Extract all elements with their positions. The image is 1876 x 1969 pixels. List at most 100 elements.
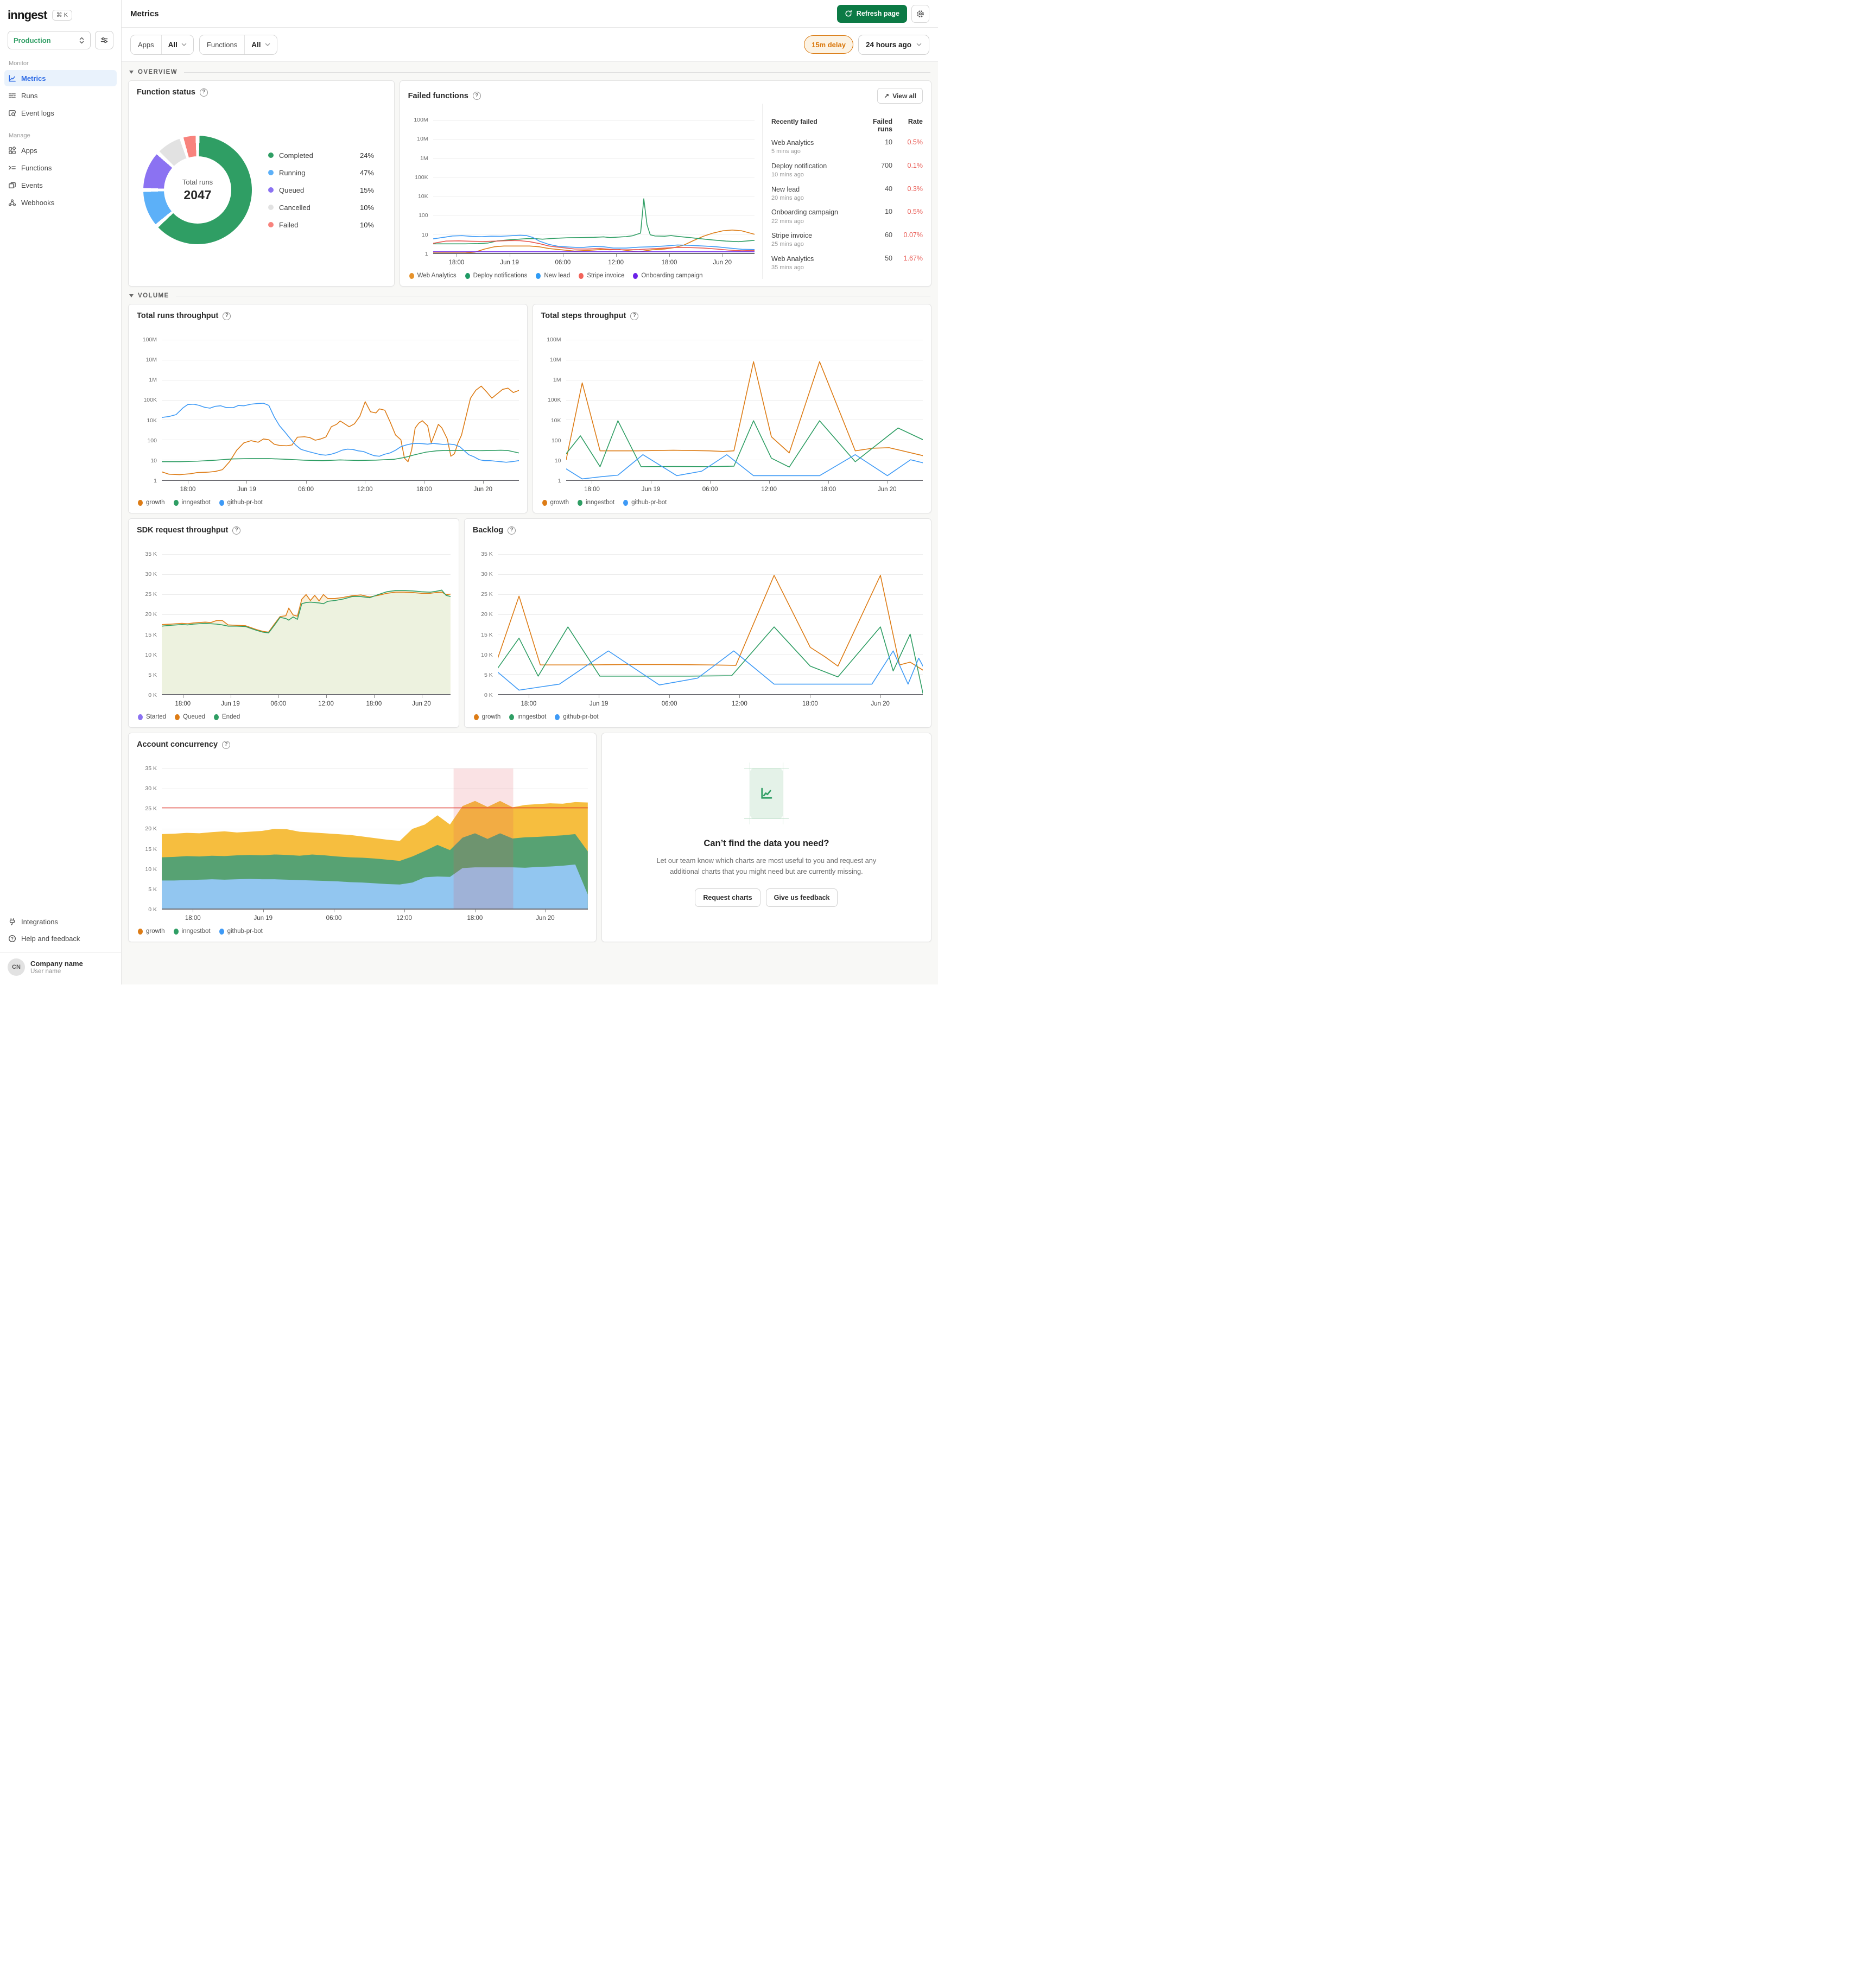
delay-badge[interactable]: 15m delay <box>804 35 853 54</box>
x-tick-label: Jun 20 <box>713 259 732 266</box>
apps-filter-value: All <box>168 40 178 49</box>
refresh-page-button[interactable]: Refresh page <box>836 4 907 23</box>
chart-plot-area[interactable] <box>162 768 588 910</box>
legend-dot <box>555 714 560 720</box>
give-feedback-button[interactable]: Give us feedback <box>765 888 838 907</box>
legend-item-github-pr-bot[interactable]: github-pr-bot <box>623 499 667 506</box>
legend-item-github-pr-bot[interactable]: github-pr-bot <box>219 499 263 506</box>
help-icon[interactable]: ? <box>232 526 241 535</box>
function-status-card: Function status ? Total runs 2047 Comple… <box>128 80 395 287</box>
sidebar-item-runs[interactable]: Runs <box>4 87 117 104</box>
legend-label: github-pr-bot <box>563 714 599 720</box>
chart-plot-area[interactable] <box>566 340 923 481</box>
legend-dot <box>173 928 179 935</box>
chart-plot-area[interactable] <box>433 120 755 254</box>
help-icon[interactable]: ? <box>630 312 639 320</box>
chart-plot-area[interactable] <box>497 554 923 695</box>
time-range-select[interactable]: 24 hours ago <box>858 34 929 55</box>
table-row[interactable]: Onboarding campaign 22 mins ago 10 0.5% <box>771 208 923 224</box>
function-status-donut[interactable]: Total runs 2047 <box>143 136 252 244</box>
chart-plot-area[interactable] <box>162 340 519 481</box>
chart-plot-area[interactable] <box>162 554 451 695</box>
column-header-recently-failed: Recently failed <box>771 118 817 125</box>
table-row[interactable]: New lead 20 mins ago 40 0.3% <box>771 185 923 201</box>
legend-item-inngestbot[interactable]: inngestbot <box>578 499 614 506</box>
help-icon[interactable]: ? <box>223 312 231 320</box>
overview-section-header[interactable]: OVERVIEW <box>129 69 930 75</box>
y-tick-label: 0 K <box>484 692 493 698</box>
table-row[interactable]: Deploy notification 10 mins ago 700 0.1% <box>771 162 923 178</box>
table-row[interactable]: Stripe invoice 25 mins ago 60 0.07% <box>771 231 923 247</box>
legend-item-growth[interactable]: growth <box>138 499 165 506</box>
legend-item-github-pr-bot[interactable]: github-pr-bot <box>555 714 599 720</box>
request-charts-button[interactable]: Request charts <box>695 888 760 907</box>
status-label: Completed <box>279 151 313 160</box>
sidebar-item-event-logs[interactable]: Event logs <box>4 105 117 121</box>
account-concurrency-chart[interactable]: 35 K 30 K 25 K 20 K 15 K 10 K 5 K 0 K 18:00 Jun 1… <box>137 765 588 935</box>
functions-filter[interactable]: Functions All <box>199 34 277 55</box>
sidebar-item-integrations[interactable]: Integrations <box>4 913 117 930</box>
sidebar-item-help-and-feedback[interactable]: ? Help and feedback <box>4 930 117 947</box>
y-tick-label: 10 <box>554 457 561 464</box>
legend-item-growth[interactable]: growth <box>542 499 569 506</box>
legend-item-growth[interactable]: growth <box>138 928 165 935</box>
legend-item-inngestbot[interactable]: inngestbot <box>509 714 546 720</box>
command-k-shortcut[interactable]: ⌘ K <box>52 10 72 21</box>
sidebar-item-apps[interactable]: Apps <box>4 142 117 158</box>
legend-item-stripe-invoice[interactable]: Stripe invoice <box>579 272 624 279</box>
legend-label: Web Analytics <box>417 272 457 279</box>
table-header-row: Recently failed Failed runs Rate <box>771 118 923 133</box>
sidebar-item-events[interactable]: Events <box>4 177 117 193</box>
sidebar-item-functions[interactable]: Functions <box>4 160 117 176</box>
environment-select[interactable]: Production <box>8 31 91 49</box>
donut-legend-item-queued[interactable]: Queued 15% <box>268 186 374 194</box>
legend-item-github-pr-bot[interactable]: github-pr-bot <box>219 928 263 935</box>
donut-legend-item-cancelled[interactable]: Cancelled 10% <box>268 204 374 212</box>
time-range-value: 24 hours ago <box>865 40 911 49</box>
help-icon[interactable]: ? <box>472 92 481 100</box>
settings-button[interactable] <box>911 4 929 23</box>
failed-runs-value: 700 <box>881 161 892 169</box>
x-tick-mark <box>880 695 881 698</box>
legend-item-started[interactable]: Started <box>138 714 166 720</box>
help-icon[interactable]: ? <box>222 740 231 749</box>
table-row[interactable]: Web Analytics 5 mins ago 10 0.5% <box>771 138 923 155</box>
volume-section-header[interactable]: VOLUME <box>129 293 930 299</box>
y-tick-label: 35 K <box>145 551 157 557</box>
legend-item-ended[interactable]: Ended <box>214 714 240 720</box>
donut-legend-item-failed[interactable]: Failed 10% <box>268 221 374 229</box>
view-all-button[interactable]: ↗ View all <box>877 88 923 104</box>
legend-item-queued[interactable]: Queued <box>175 714 205 720</box>
legend-dot <box>578 499 583 506</box>
failed-runs-value: 50 <box>885 254 892 262</box>
help-icon[interactable]: ? <box>508 526 516 535</box>
legend-item-onboarding-campaign[interactable]: Onboarding campaign <box>633 272 703 279</box>
sidebar-item-webhooks[interactable]: Webhooks <box>4 194 117 211</box>
sidebar: inngest ⌘ K Production Monitor Metrics Ru… <box>0 0 122 984</box>
legend-item-inngestbot[interactable]: inngestbot <box>173 928 211 935</box>
y-tick-label: 5 K <box>148 886 157 893</box>
environment-filter-button[interactable] <box>95 31 113 49</box>
legend-item-inngestbot[interactable]: inngestbot <box>173 499 211 506</box>
donut-legend-item-completed[interactable]: Completed 24% <box>268 151 374 160</box>
donut-legend-item-running[interactable]: Running 47% <box>268 169 374 177</box>
sdk-request-chart[interactable]: 35 K 30 K 25 K 20 K 15 K 10 K 5 K 0 K 18:00 Jun 1… <box>137 551 451 720</box>
account-profile[interactable]: CN Company name User name <box>8 958 113 976</box>
backlog-chart[interactable]: 35 K 30 K 25 K 20 K 15 K 10 K 5 K 0 K 18:00 Jun 1… <box>473 551 923 720</box>
help-icon[interactable]: ? <box>199 88 208 97</box>
legend-item-new-lead[interactable]: New lead <box>536 272 570 279</box>
total-steps-chart[interactable]: 100M 10M 1M 100K 10K 100 10 1 18:00 Jun 19 06:00 12… <box>541 336 923 506</box>
y-tick-label: 25 K <box>481 591 493 598</box>
legend-item-growth[interactable]: growth <box>473 714 500 720</box>
metrics-dashboard: { "sidebar": { "logo": "inngest", "short… <box>0 0 938 984</box>
table-row[interactable]: Web Analytics 35 mins ago 50 1.67% <box>771 255 923 271</box>
sidebar-item-metrics[interactable]: Metrics <box>4 70 117 86</box>
apps-filter[interactable]: Apps All <box>130 34 194 55</box>
failed-functions-chart[interactable]: 100M 10M 1M 100K 10K 100 10 1 18:00 Jun 19 06:00 12… <box>408 117 755 279</box>
legend-item-deploy-notifications[interactable]: Deploy notifications <box>465 272 527 279</box>
functions-filter-label: Functions <box>200 35 245 54</box>
legend-item-web-analytics[interactable]: Web Analytics <box>409 272 457 279</box>
legend-dot <box>465 272 470 279</box>
y-tick-label: 1M <box>149 377 157 384</box>
total-runs-chart[interactable]: 100M 10M 1M 100K 10K 100 10 1 18:00 Jun 19 06:00 12… <box>137 336 519 506</box>
